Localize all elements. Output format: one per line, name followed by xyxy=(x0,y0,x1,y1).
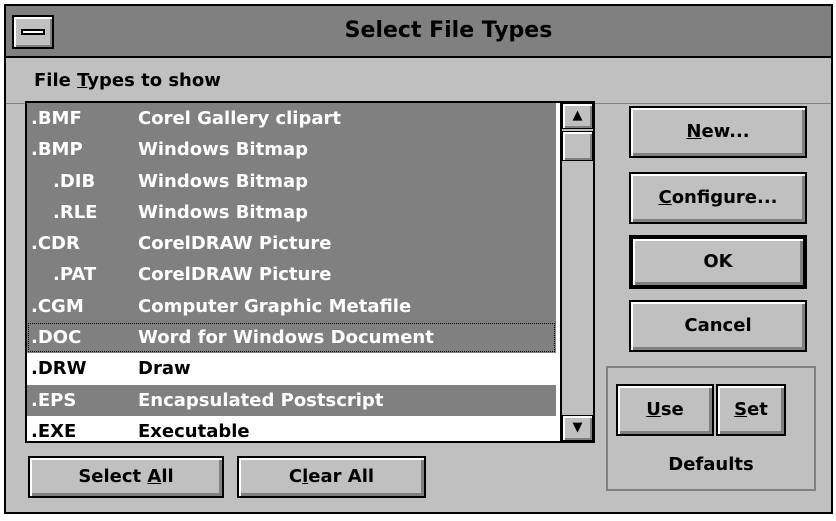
file-type-description: Draw xyxy=(138,358,191,380)
file-type-description: Windows Bitmap xyxy=(138,170,308,192)
set-button[interactable]: Set xyxy=(716,384,786,436)
file-type-extension: .DRW xyxy=(31,358,87,380)
title-bar[interactable]: Select File Types xyxy=(6,6,831,58)
file-type-row[interactable]: .PAT CorelDRAW Picture xyxy=(27,259,556,291)
system-menu-bar-glyph xyxy=(21,29,45,35)
file-type-extension: .BMP xyxy=(31,139,83,161)
file-type-row[interactable]: .BMF Corel Gallery clipart xyxy=(27,103,556,135)
clear-all-button[interactable]: Clear All xyxy=(237,456,426,498)
file-type-description: Encapsulated Postscript xyxy=(138,389,384,411)
system-menu-icon[interactable] xyxy=(12,15,54,49)
file-type-description: Windows Bitmap xyxy=(138,201,308,223)
btn-text: Select xyxy=(78,466,148,487)
btn-mnemonic: S xyxy=(734,399,748,420)
label-mnemonic: T xyxy=(77,70,88,91)
btn-text: ear All xyxy=(308,466,375,487)
new-button[interactable]: New... xyxy=(629,106,807,158)
file-type-row[interactable]: .EPS Encapsulated Postscript xyxy=(27,384,556,416)
btn-text: et xyxy=(747,399,768,420)
file-type-extension: .CGM xyxy=(31,295,84,317)
file-type-row[interactable]: .DOC Word for Windows Document xyxy=(27,322,556,354)
btn-text: se xyxy=(660,399,684,420)
btn-mnemonic: C xyxy=(658,187,672,208)
defaults-label: Defaults xyxy=(668,454,754,475)
btn-mnemonic: A xyxy=(147,466,162,487)
btn-text: OK xyxy=(703,251,733,272)
configure-button[interactable]: Configure... xyxy=(629,172,807,224)
file-types-label: File Types to show xyxy=(34,70,221,91)
file-type-description: Corel Gallery clipart xyxy=(138,108,341,129)
ok-button[interactable]: OK xyxy=(629,235,807,289)
scroll-up-arrow-icon[interactable]: ▲ xyxy=(562,103,593,129)
scrollbar-thumb[interactable] xyxy=(562,131,593,161)
file-type-row[interactable]: .DRW Draw xyxy=(27,353,556,385)
file-type-row[interactable]: .DIB Windows Bitmap xyxy=(27,165,556,197)
file-type-row[interactable]: .EXE Executable xyxy=(27,415,556,442)
file-type-row[interactable]: .RLE Windows Bitmap xyxy=(27,196,556,229)
file-types-rows: .BMF Corel Gallery clipart .BMP Windows Bit… xyxy=(27,103,556,442)
file-type-description: CorelDRAW Picture xyxy=(138,233,332,255)
vertical-scrollbar[interactable]: ▲ ▼ xyxy=(560,103,593,441)
btn-mnemonic: N xyxy=(686,121,702,142)
file-type-row[interactable]: .CDR CorelDRAW Picture xyxy=(27,228,556,260)
file-type-extension: .PAT xyxy=(53,264,97,286)
btn-text: Cancel xyxy=(684,315,752,336)
cancel-button[interactable]: Cancel xyxy=(629,300,807,352)
select-file-types-dialog: Select File Types File Types to show .BM… xyxy=(4,4,833,514)
file-types-listbox[interactable]: .BMF Corel Gallery clipart .BMP Windows Bit… xyxy=(25,101,595,443)
label-text: ypes to show xyxy=(87,70,221,91)
file-type-description: CorelDRAW Picture xyxy=(138,264,332,286)
use-button[interactable]: Use xyxy=(616,384,714,436)
file-type-extension: .BMF xyxy=(31,108,82,129)
file-type-extension: .EXE xyxy=(31,420,77,442)
file-type-description: Windows Bitmap xyxy=(138,139,308,161)
file-type-row[interactable]: .CGM Computer Graphic Metafile xyxy=(27,290,556,323)
dialog-title: Select File Types xyxy=(344,18,553,43)
file-type-extension: .DIB xyxy=(53,170,96,192)
file-type-extension: .DOC xyxy=(31,327,82,349)
label-text: File xyxy=(34,70,78,91)
file-type-extension: .CDR xyxy=(31,233,80,255)
file-type-description: Executable xyxy=(138,420,250,442)
file-type-extension: .EPS xyxy=(31,389,77,411)
btn-text: ll xyxy=(161,466,174,487)
scroll-down-arrow-icon[interactable]: ▼ xyxy=(562,415,593,441)
btn-mnemonic: U xyxy=(646,399,661,420)
file-type-row[interactable]: .BMP Windows Bitmap xyxy=(27,134,556,166)
file-type-description: Word for Windows Document xyxy=(138,327,434,349)
select-all-button[interactable]: Select All xyxy=(28,456,224,498)
btn-text: onfigure... xyxy=(671,187,778,208)
file-type-description: Computer Graphic Metafile xyxy=(138,295,412,317)
file-type-extension: .RLE xyxy=(53,201,98,223)
btn-text: ew... xyxy=(701,121,750,142)
btn-text: C xyxy=(288,466,303,487)
